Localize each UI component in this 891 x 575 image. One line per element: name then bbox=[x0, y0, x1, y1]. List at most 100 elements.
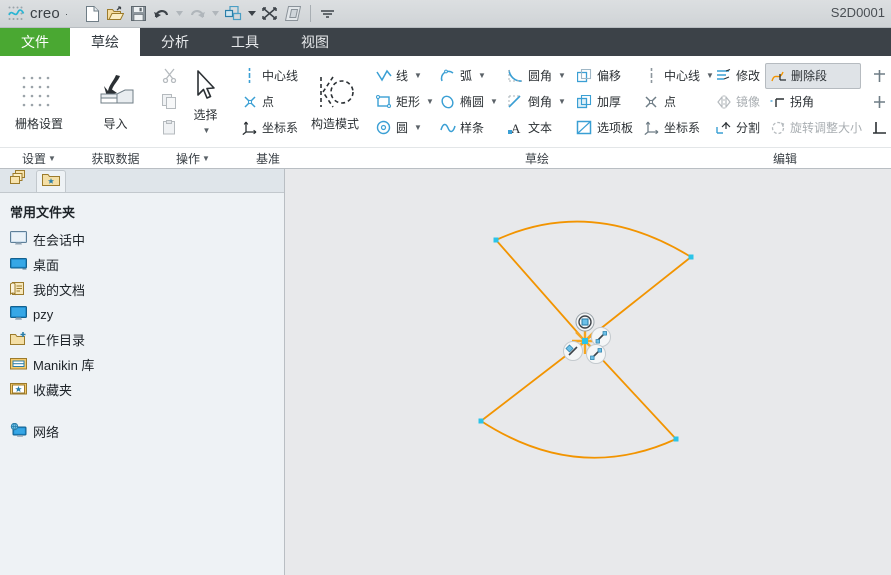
nav-item-favorites[interactable]: 收藏夹 bbox=[0, 377, 284, 402]
common-folders-header: 常用文件夹 bbox=[10, 205, 76, 220]
palette-label: 选项板 bbox=[596, 121, 633, 135]
chamfer-dropdown-caret-icon[interactable]: ▼ bbox=[558, 97, 566, 106]
coincident-constraint-badge[interactable] bbox=[575, 312, 595, 332]
chevron-down-icon[interactable]: ▼ bbox=[202, 154, 210, 163]
rectangle-button[interactable]: 矩形 ▼ bbox=[371, 89, 434, 115]
ribbon-group-constraints-label bbox=[863, 147, 891, 168]
copy-button[interactable] bbox=[157, 89, 182, 115]
chevron-down-icon[interactable]: ▼ bbox=[48, 154, 56, 163]
ribbon-group-get-data-label: 获取数据 bbox=[78, 147, 153, 168]
nav-item-manikin-library[interactable]: Manikin 库 bbox=[0, 352, 284, 377]
nav-item-in-session[interactable]: 在会话中 bbox=[0, 227, 284, 252]
folder-browser-tab[interactable] bbox=[36, 170, 66, 192]
clipboard-column bbox=[157, 60, 182, 144]
fillet-dropdown-caret-icon[interactable]: ▼ bbox=[558, 71, 566, 80]
favorites-folder-icon bbox=[10, 381, 27, 399]
nav-item-label: 桌面 bbox=[33, 258, 60, 273]
select-dropdown-caret-icon[interactable]: ▼ bbox=[203, 126, 211, 135]
modify-button[interactable]: 修改 bbox=[711, 63, 764, 89]
vertical-constraint-icon bbox=[871, 67, 888, 84]
desktop-icon bbox=[10, 256, 27, 274]
coordinate-system-icon bbox=[643, 119, 660, 136]
regenerate-icon[interactable] bbox=[223, 3, 245, 25]
arc-button[interactable]: 弧 ▼ bbox=[435, 63, 501, 89]
cut-button[interactable] bbox=[157, 63, 182, 89]
arc-dropdown-caret-icon[interactable]: ▼ bbox=[478, 71, 486, 80]
graphics-canvas[interactable] bbox=[285, 169, 891, 575]
circle-button[interactable]: 圆 ▼ bbox=[371, 115, 433, 141]
save-icon[interactable] bbox=[128, 3, 150, 25]
coordinate-system-datum-button[interactable]: 坐标系 bbox=[237, 115, 302, 141]
spline-button[interactable]: 样条 bbox=[435, 115, 501, 141]
ribbon-group-settings-label[interactable]: 设置 ▼ bbox=[0, 147, 78, 168]
text-button[interactable]: A 文本 bbox=[503, 115, 570, 141]
redo-icon[interactable] bbox=[187, 3, 209, 25]
tab-file[interactable]: 文件 bbox=[0, 28, 70, 56]
chamfer-button[interactable]: 倒角 ▼ bbox=[503, 89, 570, 115]
horizontal-constraint-button[interactable]: 水平 bbox=[867, 89, 891, 115]
customize-qat-icon[interactable] bbox=[317, 3, 339, 25]
perpendicular-constraint-button[interactable]: 垂直 bbox=[867, 115, 891, 141]
point-datum-label: 点 bbox=[262, 95, 275, 109]
tab-analysis[interactable]: 分析 bbox=[140, 28, 210, 56]
nav-item-working-directory[interactable]: 工作目录 bbox=[0, 327, 284, 352]
offset-button[interactable]: 偏移 bbox=[572, 63, 637, 89]
select-button[interactable]: 选择 ▼ bbox=[182, 60, 229, 144]
line-button[interactable]: 线 ▼ bbox=[371, 63, 433, 89]
tab-tools[interactable]: 工具 bbox=[210, 28, 280, 56]
delete-segment-button[interactable]: 删除段 bbox=[765, 62, 862, 89]
ribbon-group-datum: 中心线 点 坐标系 基准 bbox=[233, 56, 303, 168]
nav-item-desktop[interactable]: 桌面 bbox=[0, 252, 284, 277]
nav-item-label: Manikin 库 bbox=[33, 358, 95, 373]
mirror-button[interactable]: 镜像 bbox=[711, 89, 764, 115]
spline-label: 样条 bbox=[460, 121, 485, 135]
new-file-icon[interactable] bbox=[82, 3, 104, 25]
rectangle-dropdown-caret-icon[interactable]: ▼ bbox=[426, 97, 434, 106]
ribbon-group-operations-label[interactable]: 操作 ▼ bbox=[153, 147, 233, 168]
dimension-badge-left[interactable] bbox=[563, 341, 583, 361]
palette-button[interactable]: 选项板 bbox=[572, 115, 637, 141]
ellipse-button[interactable]: 椭圆 ▼ bbox=[435, 89, 501, 115]
tab-view[interactable]: 视图 bbox=[280, 28, 350, 56]
regenerate-dropdown-caret-icon[interactable] bbox=[246, 3, 258, 25]
close-window-icon[interactable] bbox=[259, 3, 281, 25]
creo-brand-tm: · bbox=[64, 8, 68, 19]
undo-icon[interactable] bbox=[151, 3, 173, 25]
circle-dropdown-caret-icon[interactable]: ▼ bbox=[414, 123, 422, 132]
vertical-constraint-button[interactable]: 竖直 bbox=[867, 63, 891, 89]
line-dropdown-caret-icon[interactable]: ▼ bbox=[414, 71, 422, 80]
coordinate-system-sketch-button[interactable]: 坐标系 bbox=[639, 115, 713, 141]
thicken-button[interactable]: 加厚 bbox=[572, 89, 637, 115]
nav-item-my-documents[interactable]: 我的文档 bbox=[0, 277, 284, 302]
ribbon-group-construction: 构造模式 bbox=[303, 56, 367, 168]
sketch-viewport[interactable] bbox=[285, 169, 891, 575]
undo-dropdown-caret-icon[interactable] bbox=[174, 3, 186, 25]
import-button[interactable]: 导入 bbox=[82, 60, 149, 144]
fillet-button[interactable]: 圆角 ▼ bbox=[503, 63, 570, 89]
paste-button[interactable] bbox=[157, 115, 182, 141]
model-tree-tab[interactable] bbox=[4, 170, 34, 192]
ribbon-group-constraints: 竖直 水平 bbox=[863, 56, 891, 168]
centerline-datum-button[interactable]: 中心线 bbox=[237, 63, 302, 89]
point-datum-button[interactable]: 点 bbox=[237, 89, 302, 115]
ellipse-dropdown-caret-icon[interactable]: ▼ bbox=[490, 97, 498, 106]
centerline-sketch-button[interactable]: 中心线 ▼ bbox=[639, 63, 714, 89]
window-icon[interactable] bbox=[282, 3, 304, 25]
library-icon bbox=[10, 356, 27, 374]
nav-item-network[interactable]: 网络 bbox=[0, 419, 284, 444]
grid-settings-button[interactable]: 栅格设置 bbox=[4, 60, 74, 144]
divide-button[interactable]: 分割 bbox=[711, 115, 764, 141]
rotate-resize-button[interactable]: 旋转调整大小 bbox=[765, 115, 862, 141]
dimension-badge-bottom[interactable] bbox=[586, 344, 606, 364]
copy-icon bbox=[161, 93, 178, 110]
redo-dropdown-caret-icon[interactable] bbox=[210, 3, 222, 25]
open-file-icon[interactable] bbox=[105, 3, 127, 25]
point-sketch-label: 点 bbox=[663, 95, 676, 109]
dimension-badge-right[interactable] bbox=[591, 327, 611, 347]
sketch-col-3: 圆角 ▼ 倒角 ▼ A 文本 bbox=[503, 60, 570, 144]
tab-sketch[interactable]: 草绘 bbox=[70, 28, 140, 56]
point-sketch-button[interactable]: 点 bbox=[639, 89, 713, 115]
nav-item-pzy[interactable]: pzy bbox=[0, 302, 284, 327]
corner-button[interactable]: 拐角 bbox=[765, 89, 861, 115]
construction-mode-button[interactable]: 构造模式 bbox=[307, 60, 363, 144]
